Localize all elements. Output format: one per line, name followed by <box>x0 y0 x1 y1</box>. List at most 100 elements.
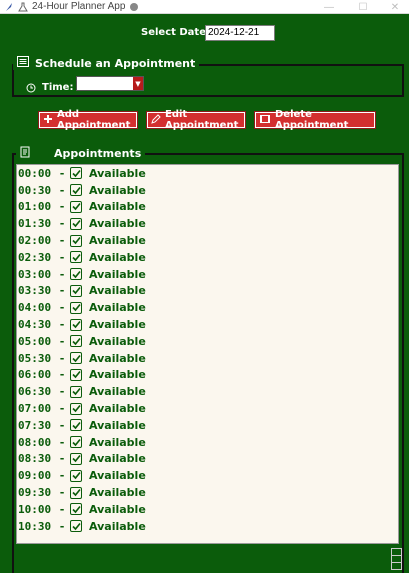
checkbox-icon[interactable] <box>70 268 82 281</box>
checkbox-icon[interactable] <box>70 335 82 348</box>
appointment-status: Available <box>89 200 146 214</box>
maximize-button[interactable]: ☐ <box>346 0 380 14</box>
appointment-time: 10:00 <box>18 502 52 516</box>
checkbox-icon[interactable] <box>70 486 82 499</box>
appointment-row[interactable]: 03:30- Available <box>17 283 398 300</box>
appointment-time: 02:30 <box>18 250 52 264</box>
appointment-time: 09:30 <box>18 486 52 500</box>
appointments-list[interactable]: 00:00- Available 00:30- Available 01:00- Avai… <box>16 164 399 544</box>
edit-appointment-button[interactable]: Edit Appointment <box>146 109 246 131</box>
checkbox-icon[interactable] <box>70 352 82 365</box>
separator: - <box>58 183 66 197</box>
close-button[interactable]: ✕ <box>378 0 409 14</box>
checkbox-icon[interactable] <box>70 217 82 230</box>
appointment-row[interactable]: 10:30- Available <box>17 518 398 535</box>
appointment-row[interactable]: 06:00- Available <box>17 367 398 384</box>
appointment-time: 04:30 <box>18 318 52 332</box>
checkbox-icon[interactable] <box>70 503 82 516</box>
checkbox-icon[interactable] <box>70 301 82 314</box>
chevron-down-icon[interactable]: ▼ <box>133 77 143 90</box>
flask-icon <box>18 2 28 12</box>
date-label: Select Date: <box>141 27 210 38</box>
separator: - <box>58 318 66 332</box>
checkbox-icon[interactable] <box>70 436 82 449</box>
appointment-row[interactable]: 06:30- Available <box>17 383 398 400</box>
separator: - <box>58 402 66 416</box>
appointment-status: Available <box>89 250 146 264</box>
appointment-status: Available <box>89 368 146 382</box>
plus-icon <box>43 114 53 127</box>
appointment-row[interactable]: 02:00- Available <box>17 232 398 249</box>
schedule-group-title: Schedule an Appointment <box>13 56 200 70</box>
checkbox-icon[interactable] <box>70 234 82 247</box>
checkbox-icon[interactable] <box>70 520 82 533</box>
appointments-group-title: Appointments <box>16 146 146 161</box>
appointment-time: 04:00 <box>18 301 52 315</box>
appointment-row[interactable]: 05:00- Available <box>17 333 398 350</box>
separator: - <box>58 486 66 500</box>
minimize-button[interactable]: — <box>312 0 346 14</box>
appointment-time: 10:30 <box>18 519 52 533</box>
appointment-row[interactable]: 01:00- Available <box>17 199 398 216</box>
separator: - <box>58 452 66 466</box>
feather-icon <box>4 2 14 12</box>
time-dropdown[interactable]: ▼ <box>76 76 144 91</box>
appointment-row[interactable]: 05:30- Available <box>17 350 398 367</box>
clock-icon <box>26 78 36 97</box>
notepad-icon <box>20 146 30 161</box>
appointment-row[interactable]: 02:30- Available <box>17 249 398 266</box>
time-label-group: Time: <box>26 78 73 97</box>
checkbox-icon[interactable] <box>70 284 82 297</box>
appointment-status: Available <box>89 284 146 298</box>
appointment-row[interactable]: 00:30- Available <box>17 182 398 199</box>
checkbox-icon[interactable] <box>70 419 82 432</box>
appointment-row[interactable]: 07:00- Available <box>17 400 398 417</box>
separator: - <box>58 418 66 432</box>
appointment-time: 06:00 <box>18 368 52 382</box>
appointment-row[interactable]: 01:30- Available <box>17 215 398 232</box>
appointment-row[interactable]: 10:00- Available <box>17 501 398 518</box>
add-appointment-button[interactable]: Add Appointment <box>38 109 138 131</box>
appointment-row[interactable]: 04:00- Available <box>17 299 398 316</box>
delete-appointment-button[interactable]: Delete Appointment <box>254 109 376 131</box>
appointment-row[interactable]: 03:00- Available <box>17 266 398 283</box>
appointment-status: Available <box>89 502 146 516</box>
appointment-time: 09:00 <box>18 469 52 483</box>
checkbox-icon[interactable] <box>70 402 82 415</box>
date-row: Select Date: 2024-12-21 <box>0 25 409 41</box>
appointment-row[interactable]: 07:30- Available <box>17 417 398 434</box>
checkbox-icon[interactable] <box>70 318 82 331</box>
checkbox-icon[interactable] <box>70 452 82 465</box>
separator: - <box>58 200 66 214</box>
appointment-row[interactable]: 04:30- Available <box>17 316 398 333</box>
appointment-time: 08:30 <box>18 452 52 466</box>
separator: - <box>58 284 66 298</box>
appointment-time: 07:00 <box>18 402 52 416</box>
checkbox-icon[interactable] <box>70 469 82 482</box>
appointment-status: Available <box>89 217 146 231</box>
date-input[interactable]: 2024-12-21 <box>205 25 275 41</box>
appointment-row[interactable]: 08:30- Available <box>17 451 398 468</box>
appointment-row[interactable]: 09:00- Available <box>17 467 398 484</box>
appointment-time: 06:30 <box>18 385 52 399</box>
appointment-time: 05:30 <box>18 351 52 365</box>
scrollbar[interactable] <box>391 548 402 570</box>
appointment-row[interactable]: 08:00- Available <box>17 434 398 451</box>
appointment-status: Available <box>89 519 146 533</box>
separator: - <box>58 368 66 382</box>
appointment-row[interactable]: 09:30- Available <box>17 484 398 501</box>
checkbox-icon[interactable] <box>70 184 82 197</box>
title-bar: 24-Hour Planner App — ☐ ✕ <box>0 0 409 14</box>
checkbox-icon[interactable] <box>70 251 82 264</box>
appointment-status: Available <box>89 402 146 416</box>
separator: - <box>58 469 66 483</box>
checkbox-icon[interactable] <box>70 385 82 398</box>
appointment-status: Available <box>89 418 146 432</box>
appointment-status: Available <box>89 435 146 449</box>
app-status-icon <box>130 2 139 11</box>
separator: - <box>58 217 66 231</box>
appointment-row[interactable]: 00:00- Available <box>17 165 398 182</box>
checkbox-icon[interactable] <box>70 167 82 180</box>
checkbox-icon[interactable] <box>70 200 82 213</box>
checkbox-icon[interactable] <box>70 368 82 381</box>
